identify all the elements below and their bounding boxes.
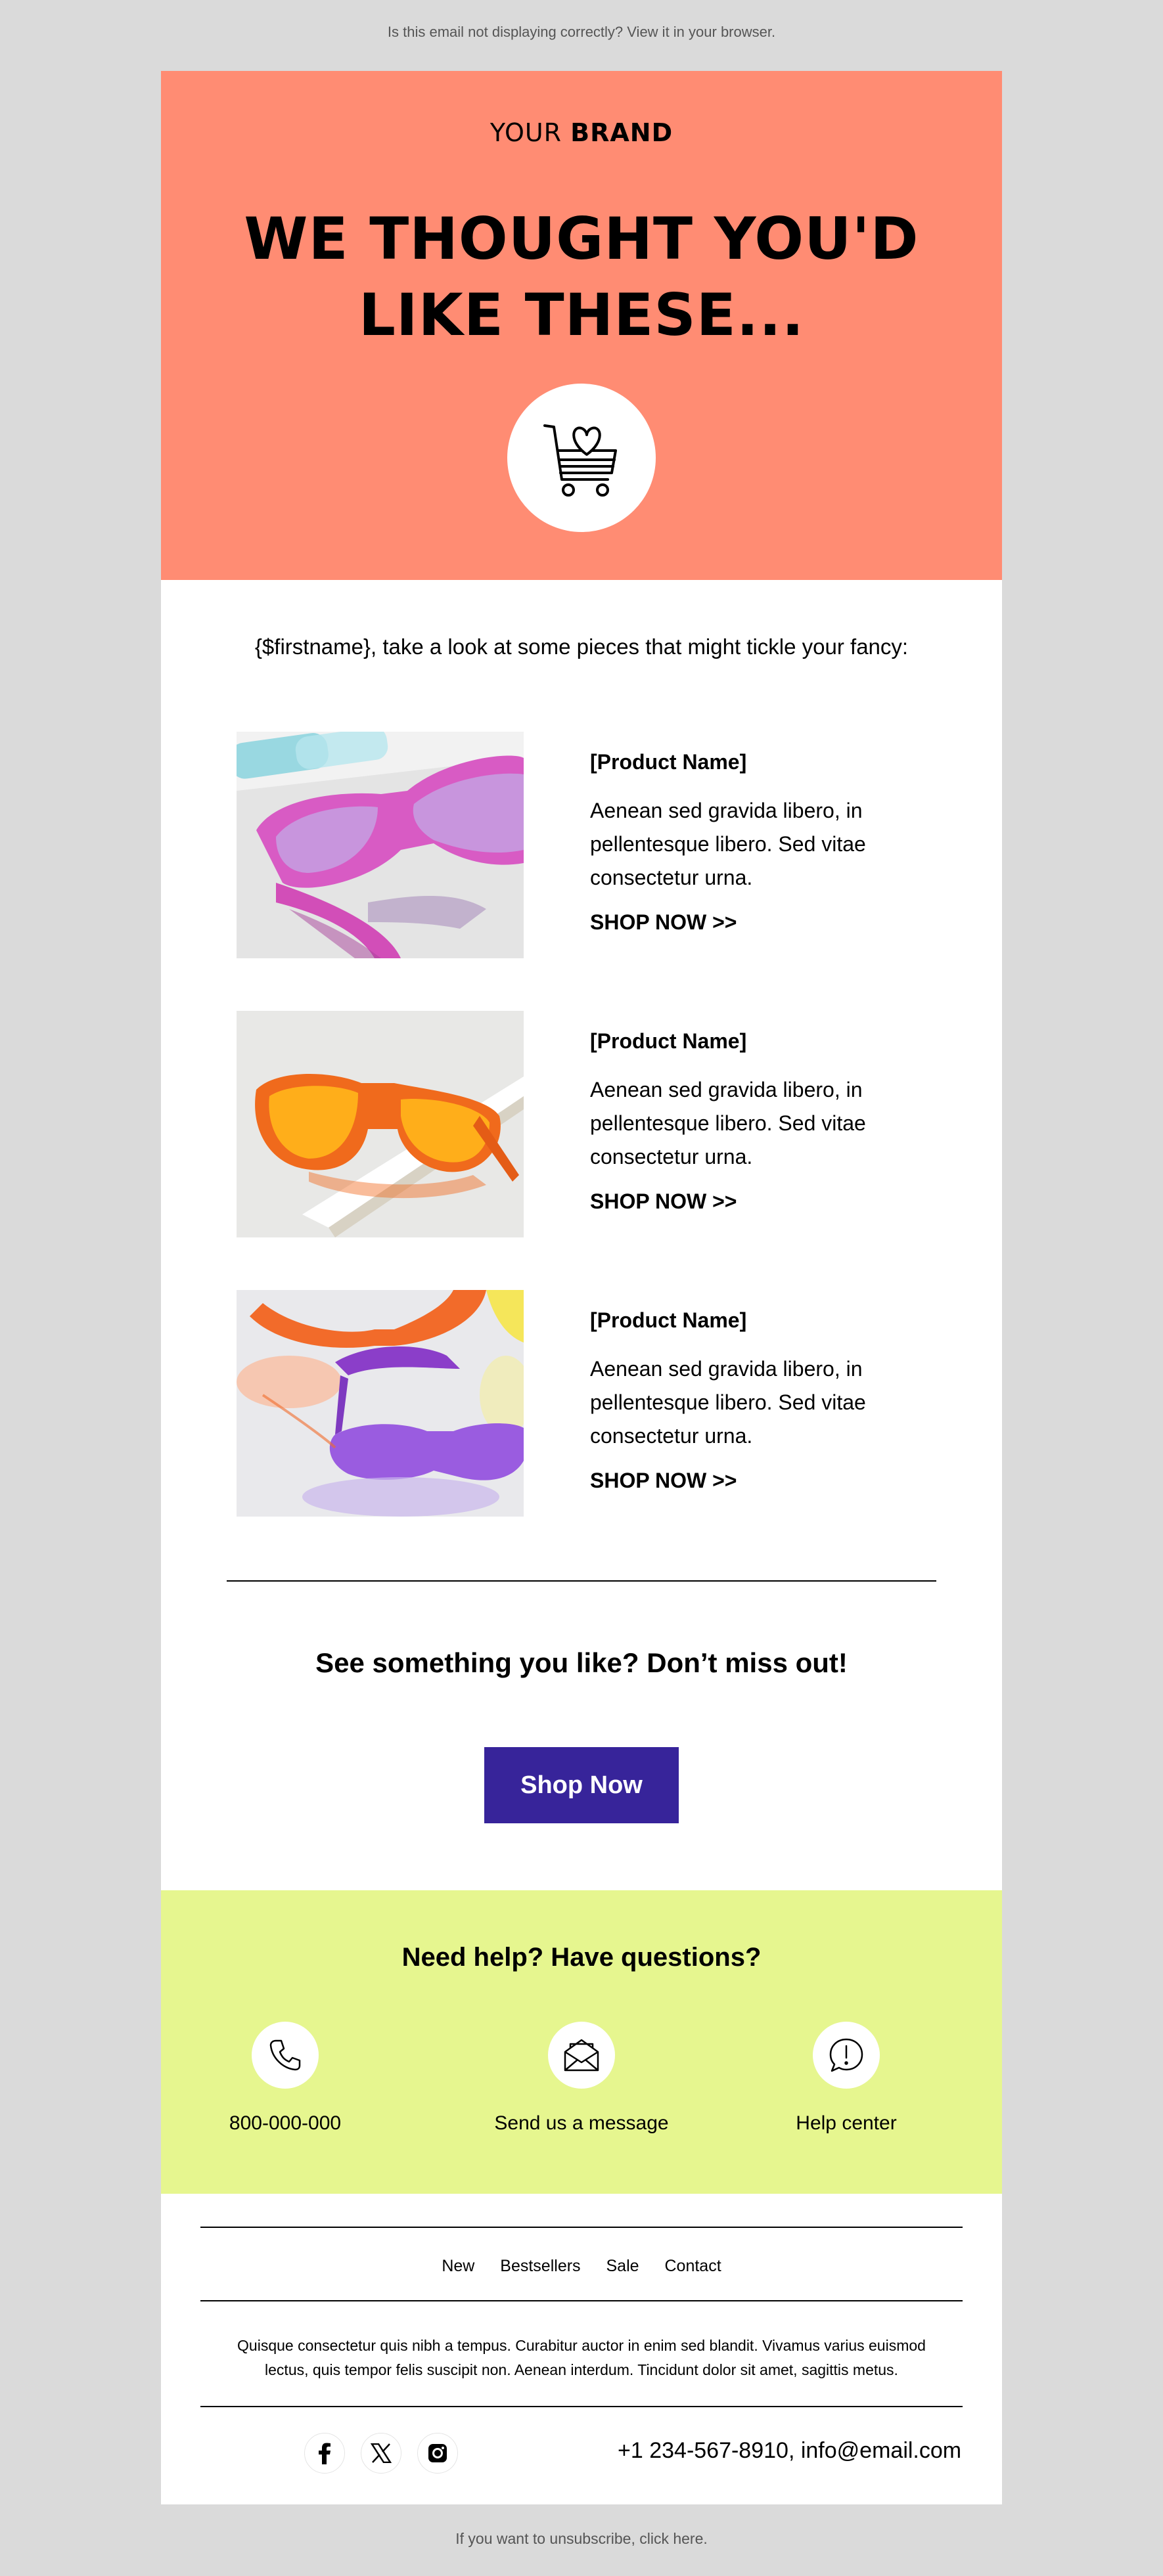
footer-divider-bottom	[200, 2406, 963, 2407]
unsubscribe-link[interactable]: If you want to unsubscribe, click here.	[0, 2530, 1163, 2548]
product-card: [Product Name] Aenean sed gravida libero…	[237, 1011, 926, 1237]
help-center-icon	[829, 2038, 863, 2072]
headline-line-2: LIKE THESE...	[358, 281, 805, 349]
product-image-purple-sunglasses[interactable]	[237, 1290, 524, 1517]
intro-text: {$firstname}, take a look at some pieces…	[254, 634, 909, 659]
email-body: YOUR BRAND WE THOUGHT YOU'D LIKE THESE..…	[161, 71, 1002, 2504]
shop-now-link[interactable]: SHOP NOW >>	[590, 910, 737, 935]
help-section: Need help? Have questions? 800-000-000 S…	[161, 1890, 1002, 2194]
product-description: Aenean sed gravida libero, in pellentesq…	[590, 799, 866, 889]
logo-text-bold: BRAND	[570, 118, 673, 147]
product-name: [Product Name]	[590, 1029, 747, 1053]
help-label: Send us a message	[494, 2112, 669, 2134]
section-divider	[227, 1580, 936, 1582]
shop-now-link[interactable]: SHOP NOW >>	[590, 1189, 737, 1214]
cart-heart-icon	[543, 424, 617, 497]
footer-text: Quisque consectetur quis nibh a tempus. …	[237, 2337, 926, 2378]
help-item-phone[interactable]: 800-000-000	[167, 2022, 403, 2135]
product-name: [Product Name]	[590, 1308, 747, 1332]
headline-line-1: WE THOUGHT YOU'D	[244, 205, 919, 273]
help-title: Need help? Have questions?	[401, 1943, 762, 1972]
product-description: Aenean sed gravida libero, in pellentesq…	[590, 1357, 866, 1448]
logo-text-light: YOUR	[490, 118, 571, 147]
footer-contact[interactable]: +1 234-567-8910, info@email.com	[618, 2438, 961, 2464]
help-item-help-center[interactable]: Help center	[728, 2022, 965, 2135]
footer-nav-bestsellers[interactable]: Bestsellers	[500, 2257, 580, 2275]
instagram-icon[interactable]	[417, 2433, 458, 2474]
help-icon-circle	[813, 2022, 880, 2089]
hero-banner: YOUR BRAND WE THOUGHT YOU'D LIKE THESE..…	[161, 71, 1002, 580]
footer-nav-contact[interactable]: Contact	[665, 2257, 721, 2275]
footer-divider-middle	[200, 2300, 963, 2301]
footer-nav-new[interactable]: New	[442, 2257, 474, 2275]
help-label: Help center	[796, 2112, 897, 2134]
cta-heading: See something you like? Don’t miss out!	[315, 1647, 848, 1678]
cart-icon-circle	[507, 384, 656, 532]
help-item-message[interactable]: Send us a message	[463, 2022, 700, 2135]
facebook-icon[interactable]	[304, 2433, 345, 2474]
product-image-orange-sunglasses[interactable]	[237, 1011, 524, 1237]
product-description: Aenean sed gravida libero, in pellentesq…	[590, 1078, 866, 1168]
shop-now-button[interactable]: Shop Now	[484, 1747, 679, 1823]
help-label: 800-000-000	[229, 2112, 342, 2134]
preheader-link[interactable]: Is this email not displaying correctly? …	[0, 24, 1163, 41]
envelope-icon	[564, 2039, 599, 2072]
x-icon[interactable]	[361, 2433, 401, 2474]
product-card: [Product Name] Aenean sed gravida libero…	[237, 1290, 926, 1517]
product-card: [Product Name] Aenean sed gravida libero…	[237, 732, 926, 958]
footer-nav-sale[interactable]: Sale	[606, 2257, 639, 2275]
product-image-pink-sunglasses[interactable]	[237, 732, 524, 958]
help-icon-circle	[252, 2022, 319, 2089]
phone-icon	[269, 2039, 301, 2071]
hero-headline: WE THOUGHT YOU'D LIKE THESE...	[161, 201, 1002, 353]
help-icon-circle	[548, 2022, 615, 2089]
footer-divider-top	[200, 2227, 963, 2228]
product-name: [Product Name]	[590, 750, 747, 774]
shop-now-link[interactable]: SHOP NOW >>	[590, 1469, 737, 1493]
brand-logo[interactable]: YOUR BRAND	[161, 118, 1002, 147]
footer-nav: New Bestsellers Sale Contact	[161, 2257, 1002, 2276]
